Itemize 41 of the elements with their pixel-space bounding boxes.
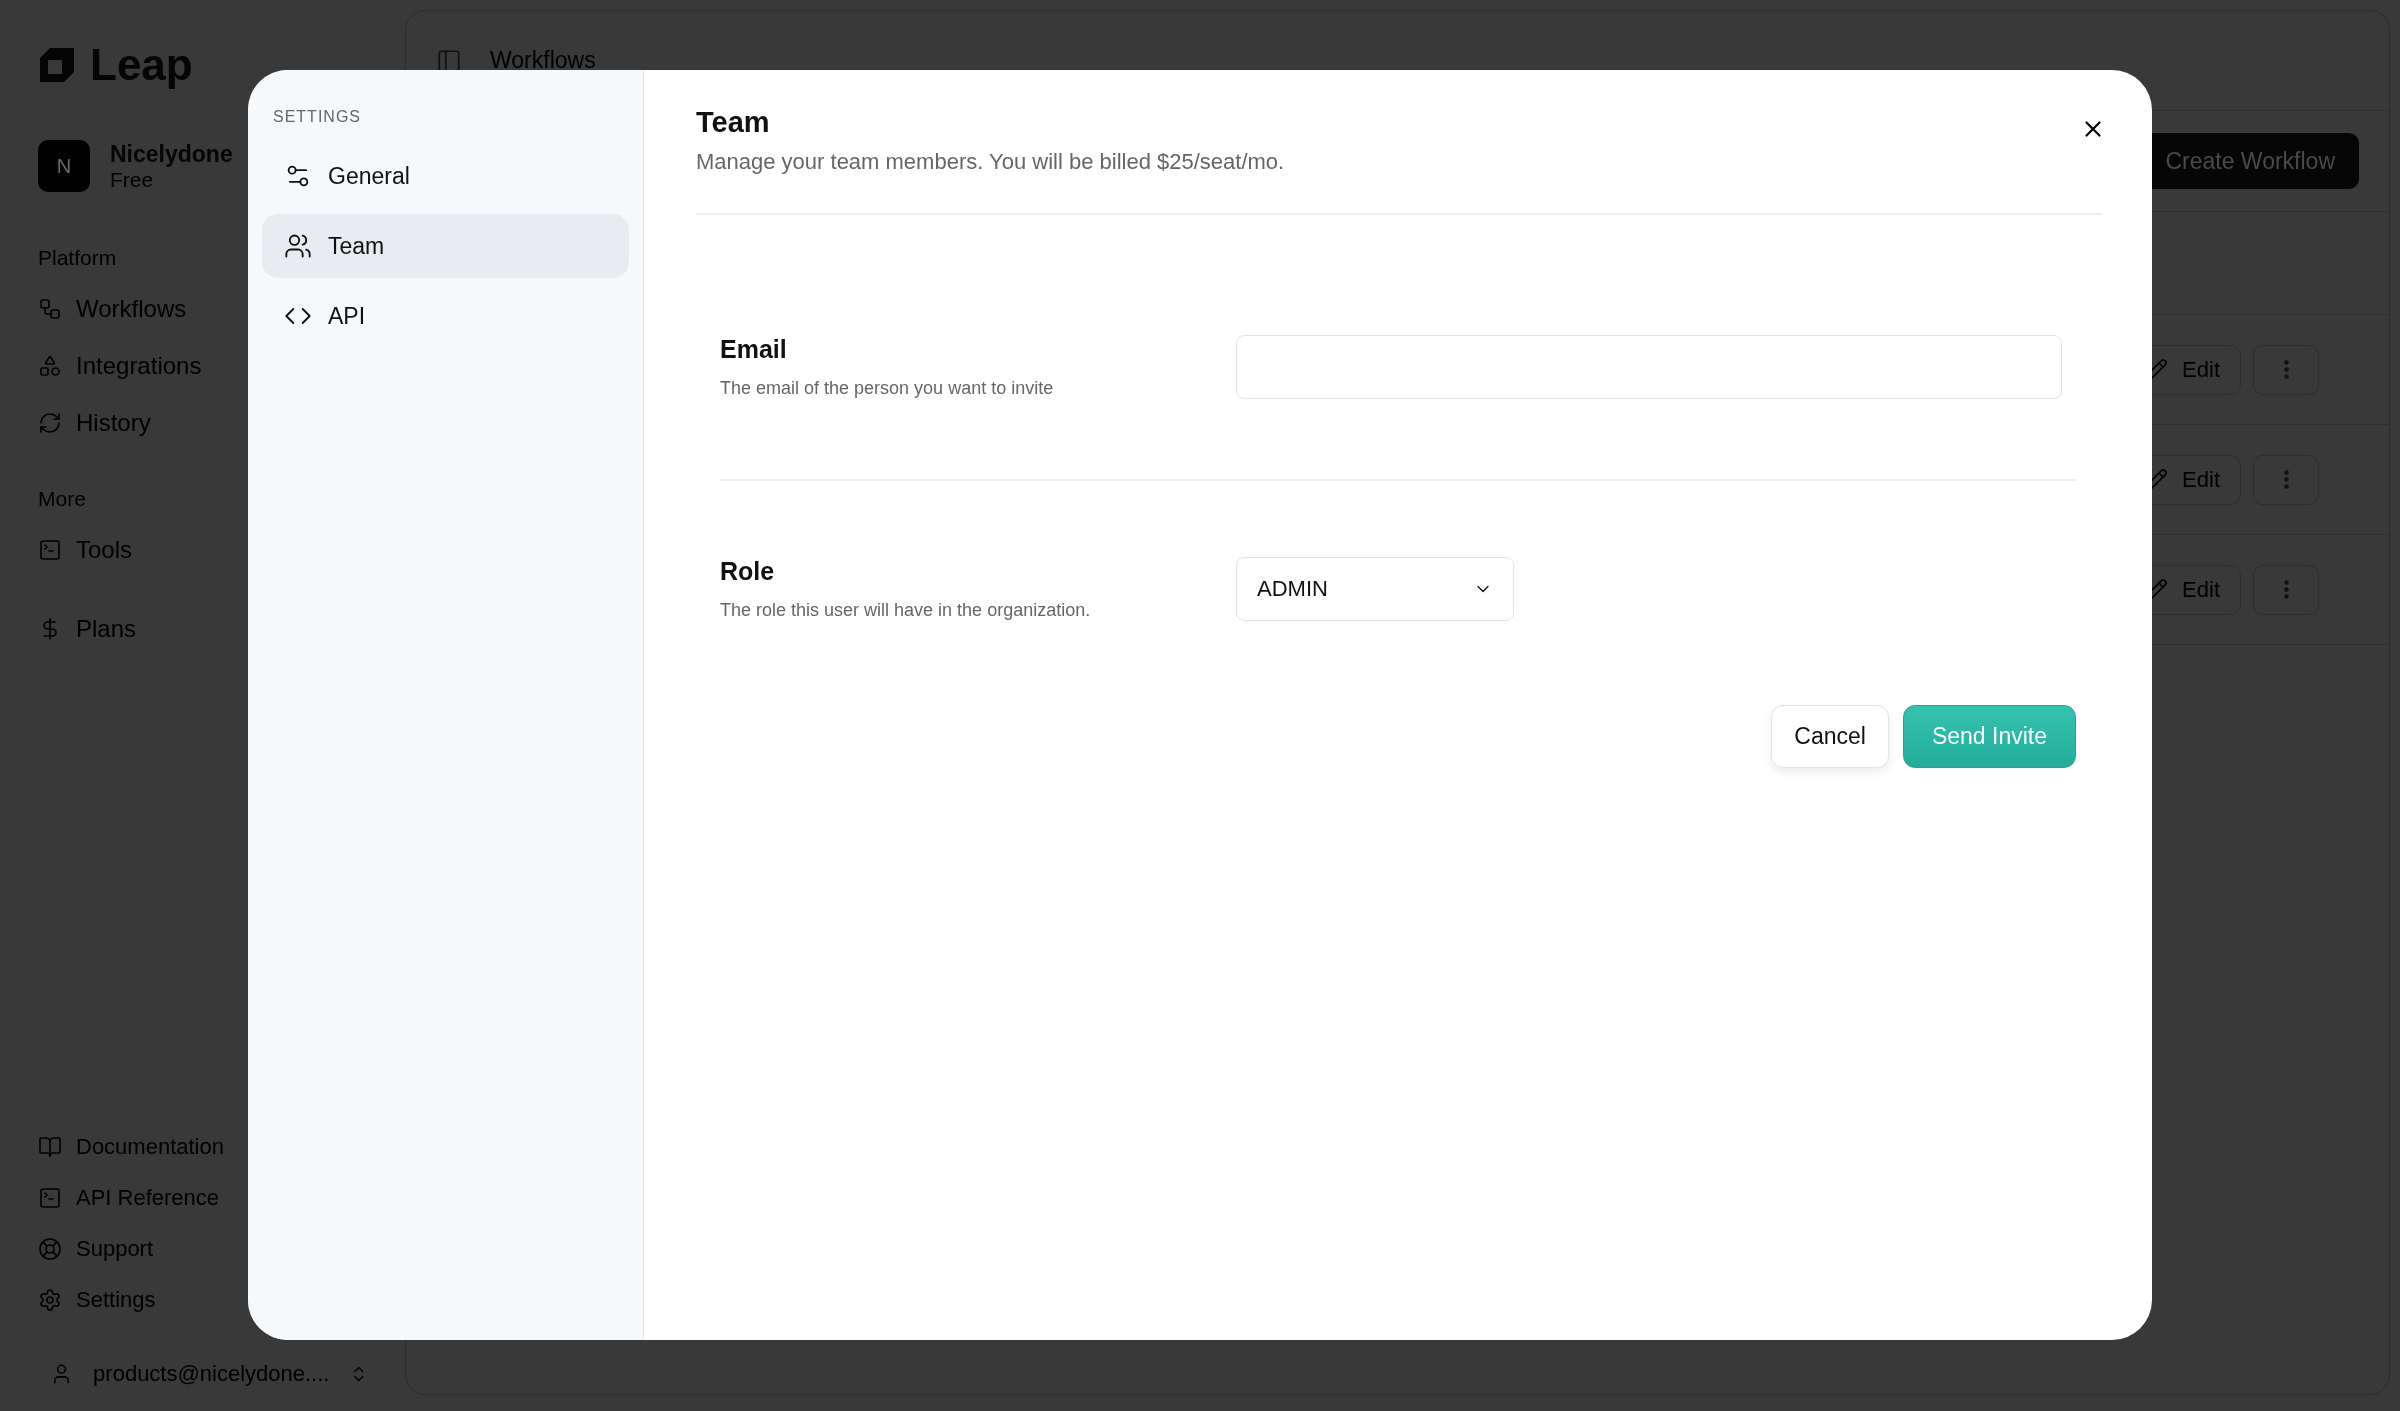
section-heading: Platform xyxy=(38,246,118,270)
section-heading: More xyxy=(38,487,87,511)
terminal-icon xyxy=(38,537,62,562)
more-button[interactable] xyxy=(2253,564,2319,615)
workspace-plan: Free xyxy=(110,167,155,192)
settings-nav-item[interactable]: Team xyxy=(262,214,629,278)
send-invite-button[interactable]: Send Invite xyxy=(1902,705,2076,768)
sidebar-item[interactable]: Tools xyxy=(38,521,381,578)
logo-icon xyxy=(38,46,76,84)
email-field[interactable] xyxy=(1236,335,2062,399)
field-description: The email of the person you want to invite xyxy=(720,378,1055,399)
more-icon xyxy=(2283,580,2289,599)
more-icon xyxy=(2283,360,2289,379)
field-description: The role this user will have in the organization. xyxy=(720,600,1092,621)
field-label: Role xyxy=(720,557,776,586)
cancel-button[interactable]: Cancel xyxy=(1771,705,1889,768)
lifebuoy-icon xyxy=(38,1236,62,1261)
terminal-icon xyxy=(38,1185,62,1210)
more-button[interactable] xyxy=(2253,344,2319,395)
dialog-title: Team xyxy=(696,106,770,139)
sidebar-item[interactable]: Plans xyxy=(38,600,381,657)
nav-heading: SETTINGS xyxy=(272,108,362,126)
account-switcher[interactable]: products@nicelydone.... xyxy=(38,1361,381,1387)
field-label: Email xyxy=(720,335,788,364)
role-select[interactable]: ADMIN xyxy=(1236,557,1514,621)
footer-link[interactable]: API Reference xyxy=(38,1172,381,1223)
breadcrumb: Workflows xyxy=(490,47,596,74)
shapes-icon xyxy=(38,353,62,378)
more-button[interactable] xyxy=(2253,454,2319,505)
sidebar-item[interactable]: History xyxy=(38,394,381,451)
footer-link[interactable]: Support xyxy=(38,1223,381,1274)
settings-icon xyxy=(38,1287,62,1312)
users-icon xyxy=(284,232,312,260)
book-icon xyxy=(38,1134,62,1159)
footer-link[interactable]: Documentation xyxy=(38,1121,381,1172)
dialog-subtitle: Manage your team members. You will be billed $25/seat/mo. xyxy=(696,149,1285,175)
workspace-avatar: N xyxy=(38,140,90,192)
workflow-icon xyxy=(38,296,62,321)
refresh-icon xyxy=(38,410,62,435)
footer-link[interactable]: Settings xyxy=(38,1274,381,1325)
more-icon xyxy=(2283,470,2289,489)
